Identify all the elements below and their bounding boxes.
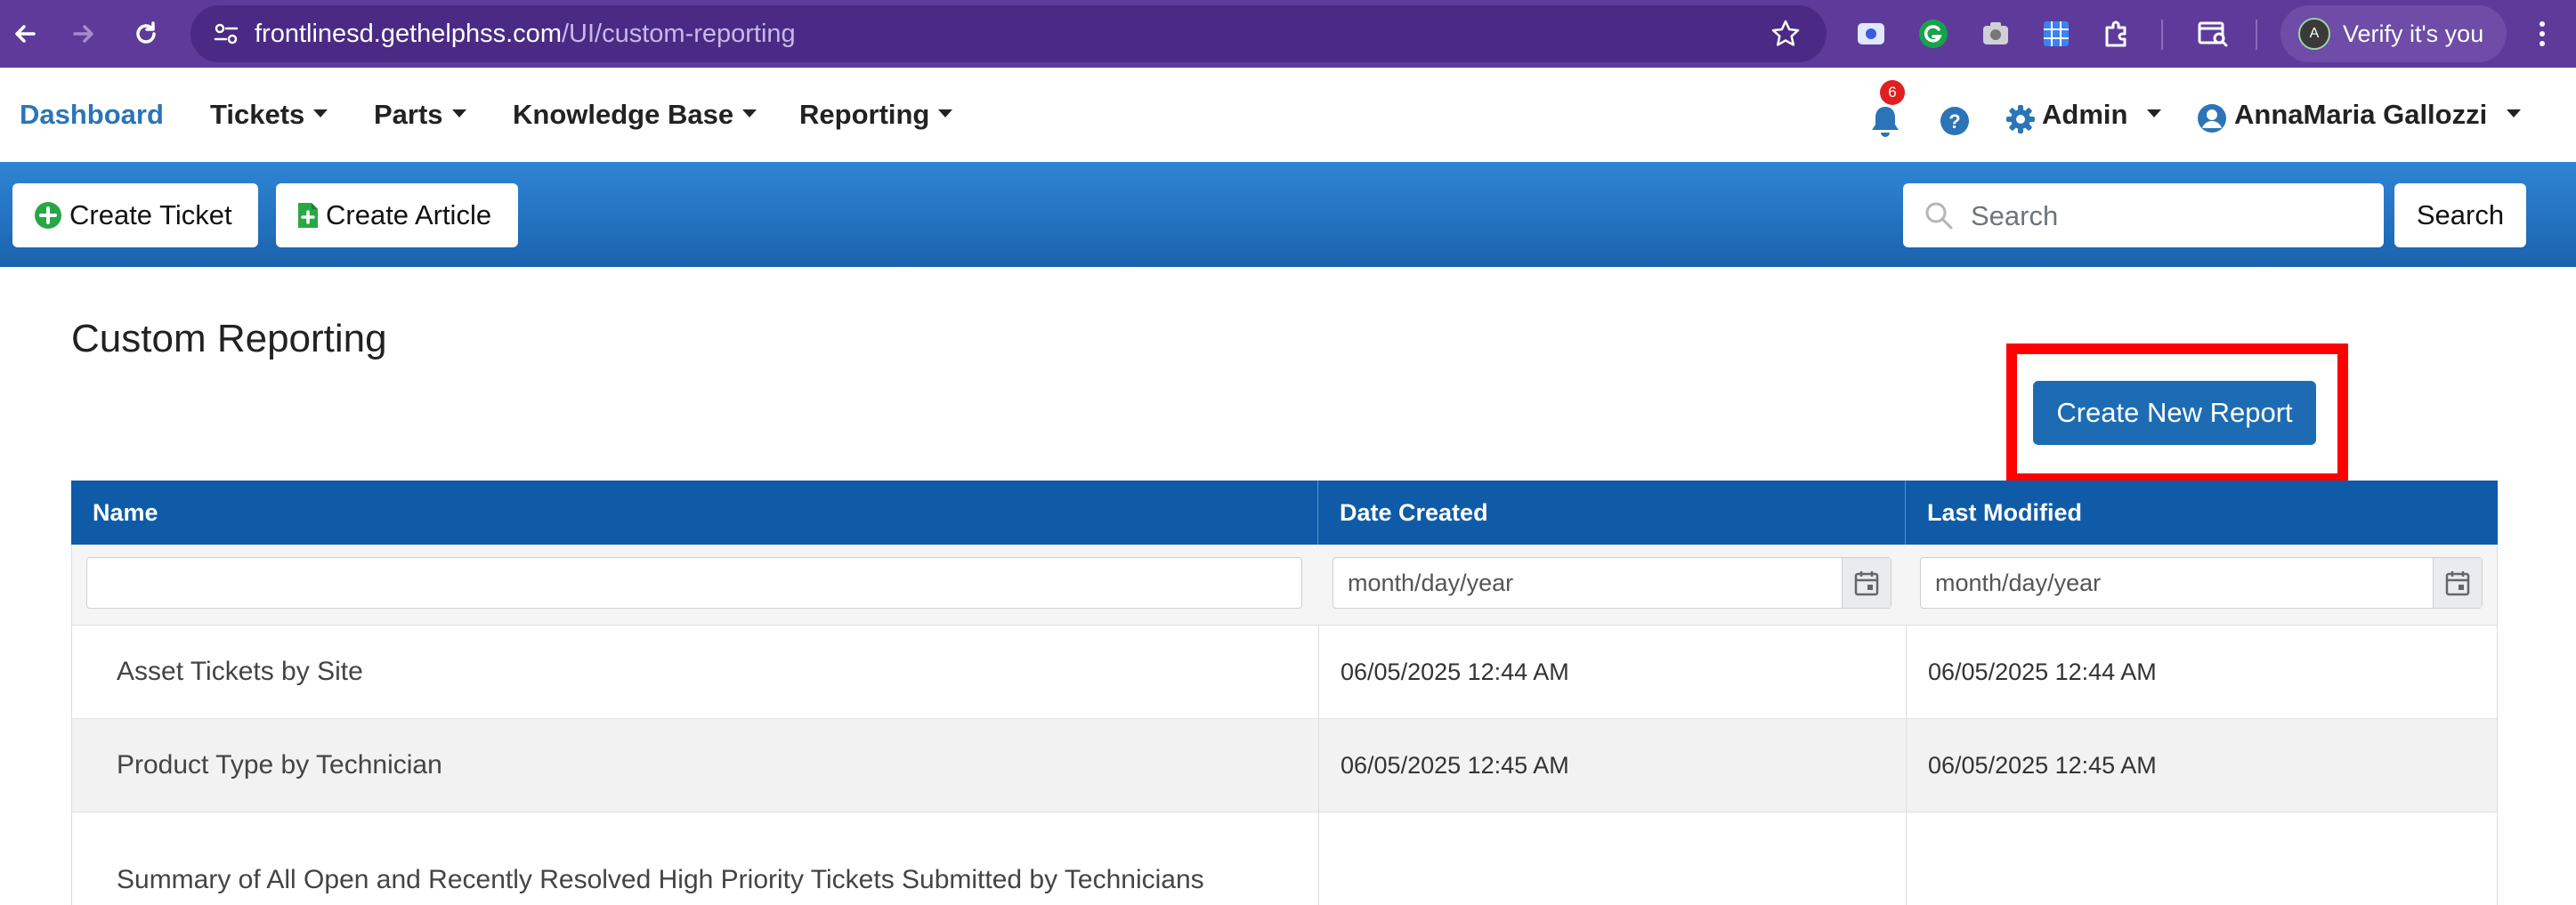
forward-icon[interactable]	[66, 16, 101, 52]
column-header-date-created[interactable]: Date Created	[1317, 481, 1905, 545]
nav-tickets-label: Tickets	[210, 99, 305, 130]
caret-down-icon	[938, 109, 953, 118]
nav-reporting-label: Reporting	[799, 99, 930, 130]
browser-menu-icon[interactable]	[2524, 16, 2560, 52]
screen-capture-extension-icon[interactable]	[1853, 16, 1889, 52]
filter-row	[71, 545, 2498, 625]
create-article-label: Create Article	[326, 199, 492, 230]
report-name[interactable]: Summary of All Open and Recently Resolve…	[72, 812, 1318, 905]
table-row[interactable]: Product Type by Technician 06/05/2025 12…	[71, 718, 2498, 812]
column-header-name[interactable]: Name	[71, 481, 1317, 545]
reports-table: Name Date Created Last Modified month/da…	[71, 481, 2498, 905]
url-domain: frontlinesd.gethelphss.com	[255, 20, 562, 48]
report-date-created	[1318, 812, 1906, 905]
nav-user-label: AnnaMaria Gallozzi	[2234, 99, 2488, 130]
url-path: /UI/custom-reporting	[561, 20, 796, 48]
verify-profile-chip[interactable]: A Verify it's you	[2280, 5, 2507, 62]
nav-user-menu[interactable]: AnnaMaria Gallozzi	[2234, 68, 2522, 162]
name-filter-input[interactable]	[87, 558, 1301, 608]
camera-extension-icon[interactable]	[1978, 16, 2013, 52]
bell-icon[interactable]	[1867, 103, 1903, 141]
toolbar-divider	[2161, 20, 2163, 50]
nav-admin[interactable]: Admin	[2042, 68, 2162, 162]
report-last-modified	[1906, 812, 2499, 905]
report-last-modified: 06/05/2025 12:44 AM	[1906, 626, 2499, 718]
profile-avatar: A	[2298, 18, 2330, 50]
last-modified-filter-input[interactable]	[1921, 558, 2482, 608]
create-new-report-button[interactable]: Create New Report	[2033, 381, 2316, 445]
nav-reporting[interactable]: Reporting	[799, 68, 953, 162]
global-search-field[interactable]	[1903, 183, 2384, 249]
file-plus-icon	[298, 203, 318, 228]
url-text[interactable]: frontlinesd.gethelphss.com/UI/custom-rep…	[255, 5, 796, 62]
search-button[interactable]: Search	[2394, 183, 2526, 247]
page-title: Custom Reporting	[71, 317, 387, 360]
site-info-icon[interactable]	[210, 18, 242, 50]
table-row[interactable]: Asset Tickets by Site 06/05/2025 12:44 A…	[71, 625, 2498, 718]
date-created-filter[interactable]	[1333, 557, 1891, 609]
caret-down-icon	[451, 109, 466, 118]
nav-parts[interactable]: Parts	[374, 68, 466, 162]
caret-down-icon	[2507, 109, 2522, 118]
report-last-modified: 06/05/2025 12:45 AM	[1906, 719, 2499, 812]
calendar-icon	[2445, 571, 2470, 596]
search-input[interactable]	[1969, 183, 2364, 249]
report-date-created: 06/05/2025 12:45 AM	[1318, 719, 1906, 812]
notification-badge: 6	[1880, 80, 1905, 105]
calendar-icon	[1854, 571, 1879, 596]
column-header-last-modified[interactable]: Last Modified	[1905, 481, 2498, 545]
caret-down-icon	[742, 109, 757, 118]
toolbar-divider	[2256, 20, 2257, 50]
nav-knowledge-base-label: Knowledge Base	[513, 99, 734, 130]
verify-label: Verify it's you	[2343, 20, 2484, 47]
report-name[interactable]: Asset Tickets by Site	[72, 626, 1318, 718]
calendar-button[interactable]	[1842, 558, 1891, 608]
help-icon[interactable]: ?	[1939, 105, 1971, 137]
svg-text:?: ?	[1948, 110, 1960, 133]
table-header: Name Date Created Last Modified	[71, 481, 2498, 545]
back-icon[interactable]	[7, 16, 43, 52]
create-ticket-button[interactable]: Create Ticket	[12, 183, 258, 247]
browser-toolbar: frontlinesd.gethelphss.com/UI/custom-rep…	[0, 0, 2576, 68]
plus-circle-icon	[35, 202, 61, 229]
nav-tickets[interactable]: Tickets	[210, 68, 328, 162]
address-bar[interactable]: frontlinesd.gethelphss.com/UI/custom-rep…	[190, 5, 1827, 62]
report-date-created: 06/05/2025 12:44 AM	[1318, 626, 1906, 718]
tab-search-icon[interactable]	[2195, 16, 2231, 52]
nav-admin-label: Admin	[2042, 99, 2128, 130]
name-filter[interactable]	[86, 557, 1302, 609]
nav-dashboard[interactable]: Dashboard	[20, 68, 164, 162]
nav-knowledge-base[interactable]: Knowledge Base	[513, 68, 757, 162]
search-icon	[1925, 202, 1953, 230]
nav-parts-label: Parts	[374, 99, 443, 130]
caret-down-icon	[2147, 109, 2162, 118]
report-name[interactable]: Product Type by Technician	[72, 719, 1318, 812]
gear-icon	[2006, 105, 2035, 133]
reload-icon[interactable]	[128, 16, 164, 52]
date-created-filter-input[interactable]	[1333, 558, 1891, 608]
create-ticket-label: Create Ticket	[69, 199, 232, 230]
grammarly-icon[interactable]	[1916, 16, 1951, 52]
action-toolbar: Create Ticket Create Article Search	[0, 162, 2576, 267]
extensions-puzzle-icon[interactable]	[2099, 16, 2135, 52]
grid-extension-icon[interactable]	[2038, 16, 2074, 52]
user-icon	[2198, 104, 2226, 133]
calendar-button[interactable]	[2433, 558, 2482, 608]
last-modified-filter[interactable]	[1920, 557, 2483, 609]
app-navbar: Dashboard Tickets Parts Knowledge Base R…	[0, 68, 2576, 163]
caret-down-icon	[313, 109, 328, 118]
create-article-button[interactable]: Create Article	[276, 183, 518, 247]
star-icon[interactable]	[1770, 18, 1802, 50]
table-row[interactable]: Summary of All Open and Recently Resolve…	[71, 812, 2498, 905]
